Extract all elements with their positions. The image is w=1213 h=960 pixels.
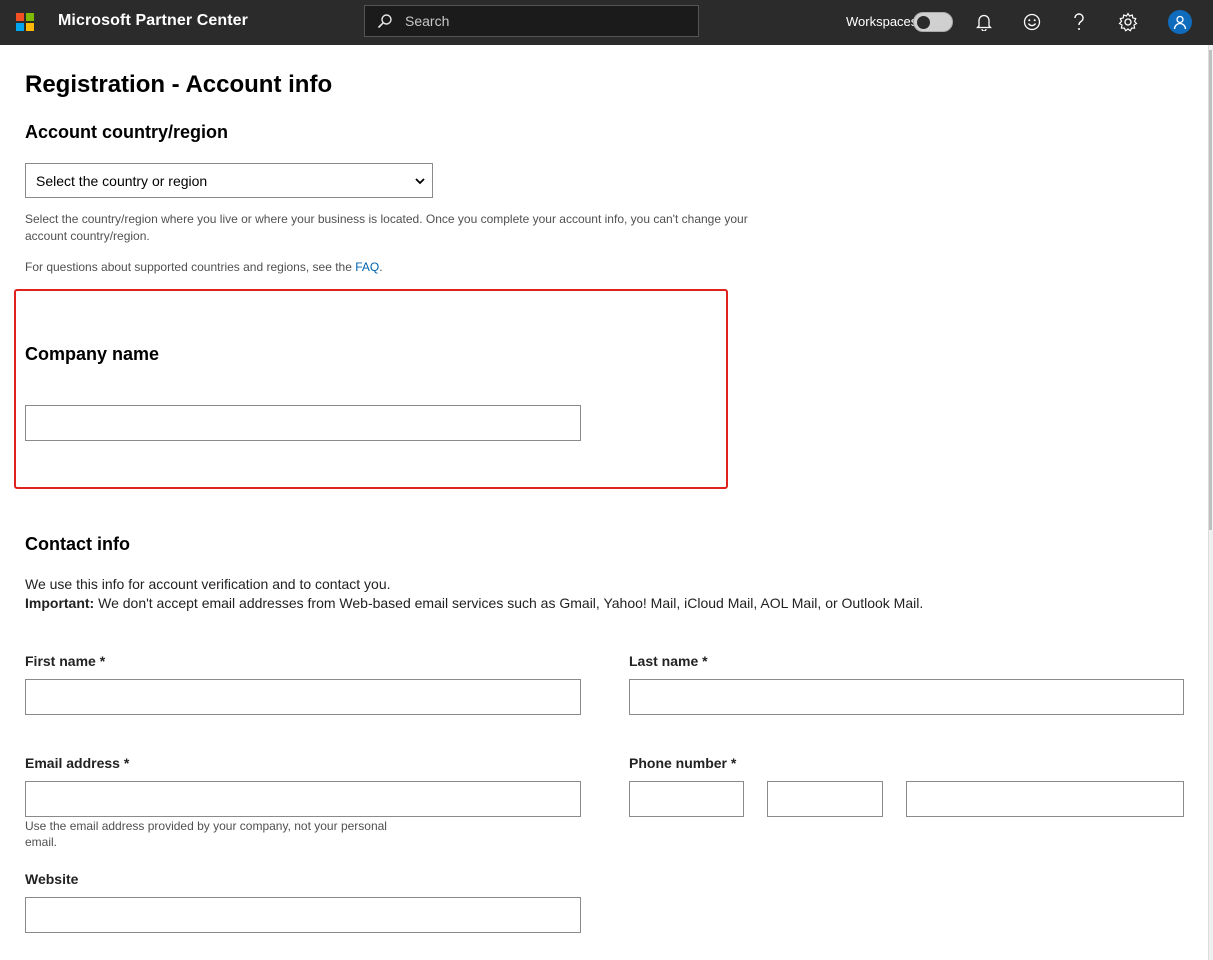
country-help-line1: Select the country/region where you live… [25,212,748,226]
top-bar: Microsoft Partner Center Search Workspac… [0,0,1213,45]
workspaces-label: Workspaces [846,14,918,29]
search-input[interactable]: Search [405,13,449,29]
faq-link[interactable]: FAQ [355,260,379,274]
website-input[interactable] [25,897,581,933]
workspaces-toggle[interactable] [913,12,953,32]
contact-intro: We use this info for account verificatio… [25,576,391,592]
smiley-icon[interactable] [1020,10,1044,34]
email-label: Email address * [25,755,130,771]
help-icon[interactable] [1067,10,1091,34]
country-help-line2: account country/region. [25,229,150,243]
bell-icon[interactable] [972,10,996,34]
email-help-line1: Use the email address provided by your c… [25,819,387,833]
company-name-input[interactable] [25,405,581,441]
app-title[interactable]: Microsoft Partner Center [58,12,248,30]
company-heading: Company name [25,344,160,364]
search-icon [365,6,405,36]
microsoft-logo-icon[interactable] [16,13,34,31]
faq-text: For questions about supported countries … [25,259,383,276]
last-name-label: Last name * [629,653,708,669]
important-text: We don't accept email addresses from Web… [94,595,924,611]
country-select-value: Select the country or region [36,172,208,189]
scrollbar-thumb[interactable] [1209,50,1212,530]
email-help-line2: email. [25,835,58,849]
search-box[interactable]: Search [364,5,699,37]
page-title: Registration - Account info [25,71,333,98]
website-label: Website [25,871,79,887]
important-label: Important: [25,595,95,611]
contact-important: Important: We don't accept email address… [25,595,923,611]
phone-label: Phone number * [629,755,737,771]
phone-country-code-input[interactable] [629,781,744,817]
highlight-box [14,289,728,489]
phone-area-code-input[interactable] [767,781,883,817]
faq-suffix: . [379,260,383,274]
country-select[interactable]: Select the country or region [25,163,433,198]
user-avatar-icon[interactable] [1168,10,1192,34]
country-heading: Account country/region [25,122,229,142]
email-input[interactable] [25,781,581,817]
first-name-label: First name * [25,653,106,669]
faq-prefix: For questions about supported countries … [25,260,356,274]
gear-icon[interactable] [1116,10,1140,34]
last-name-input[interactable] [629,679,1184,715]
phone-number-input[interactable] [906,781,1184,817]
first-name-input[interactable] [25,679,581,715]
contact-heading: Contact info [25,534,130,554]
chevron-down-icon [414,174,426,190]
toggle-knob [917,16,930,29]
